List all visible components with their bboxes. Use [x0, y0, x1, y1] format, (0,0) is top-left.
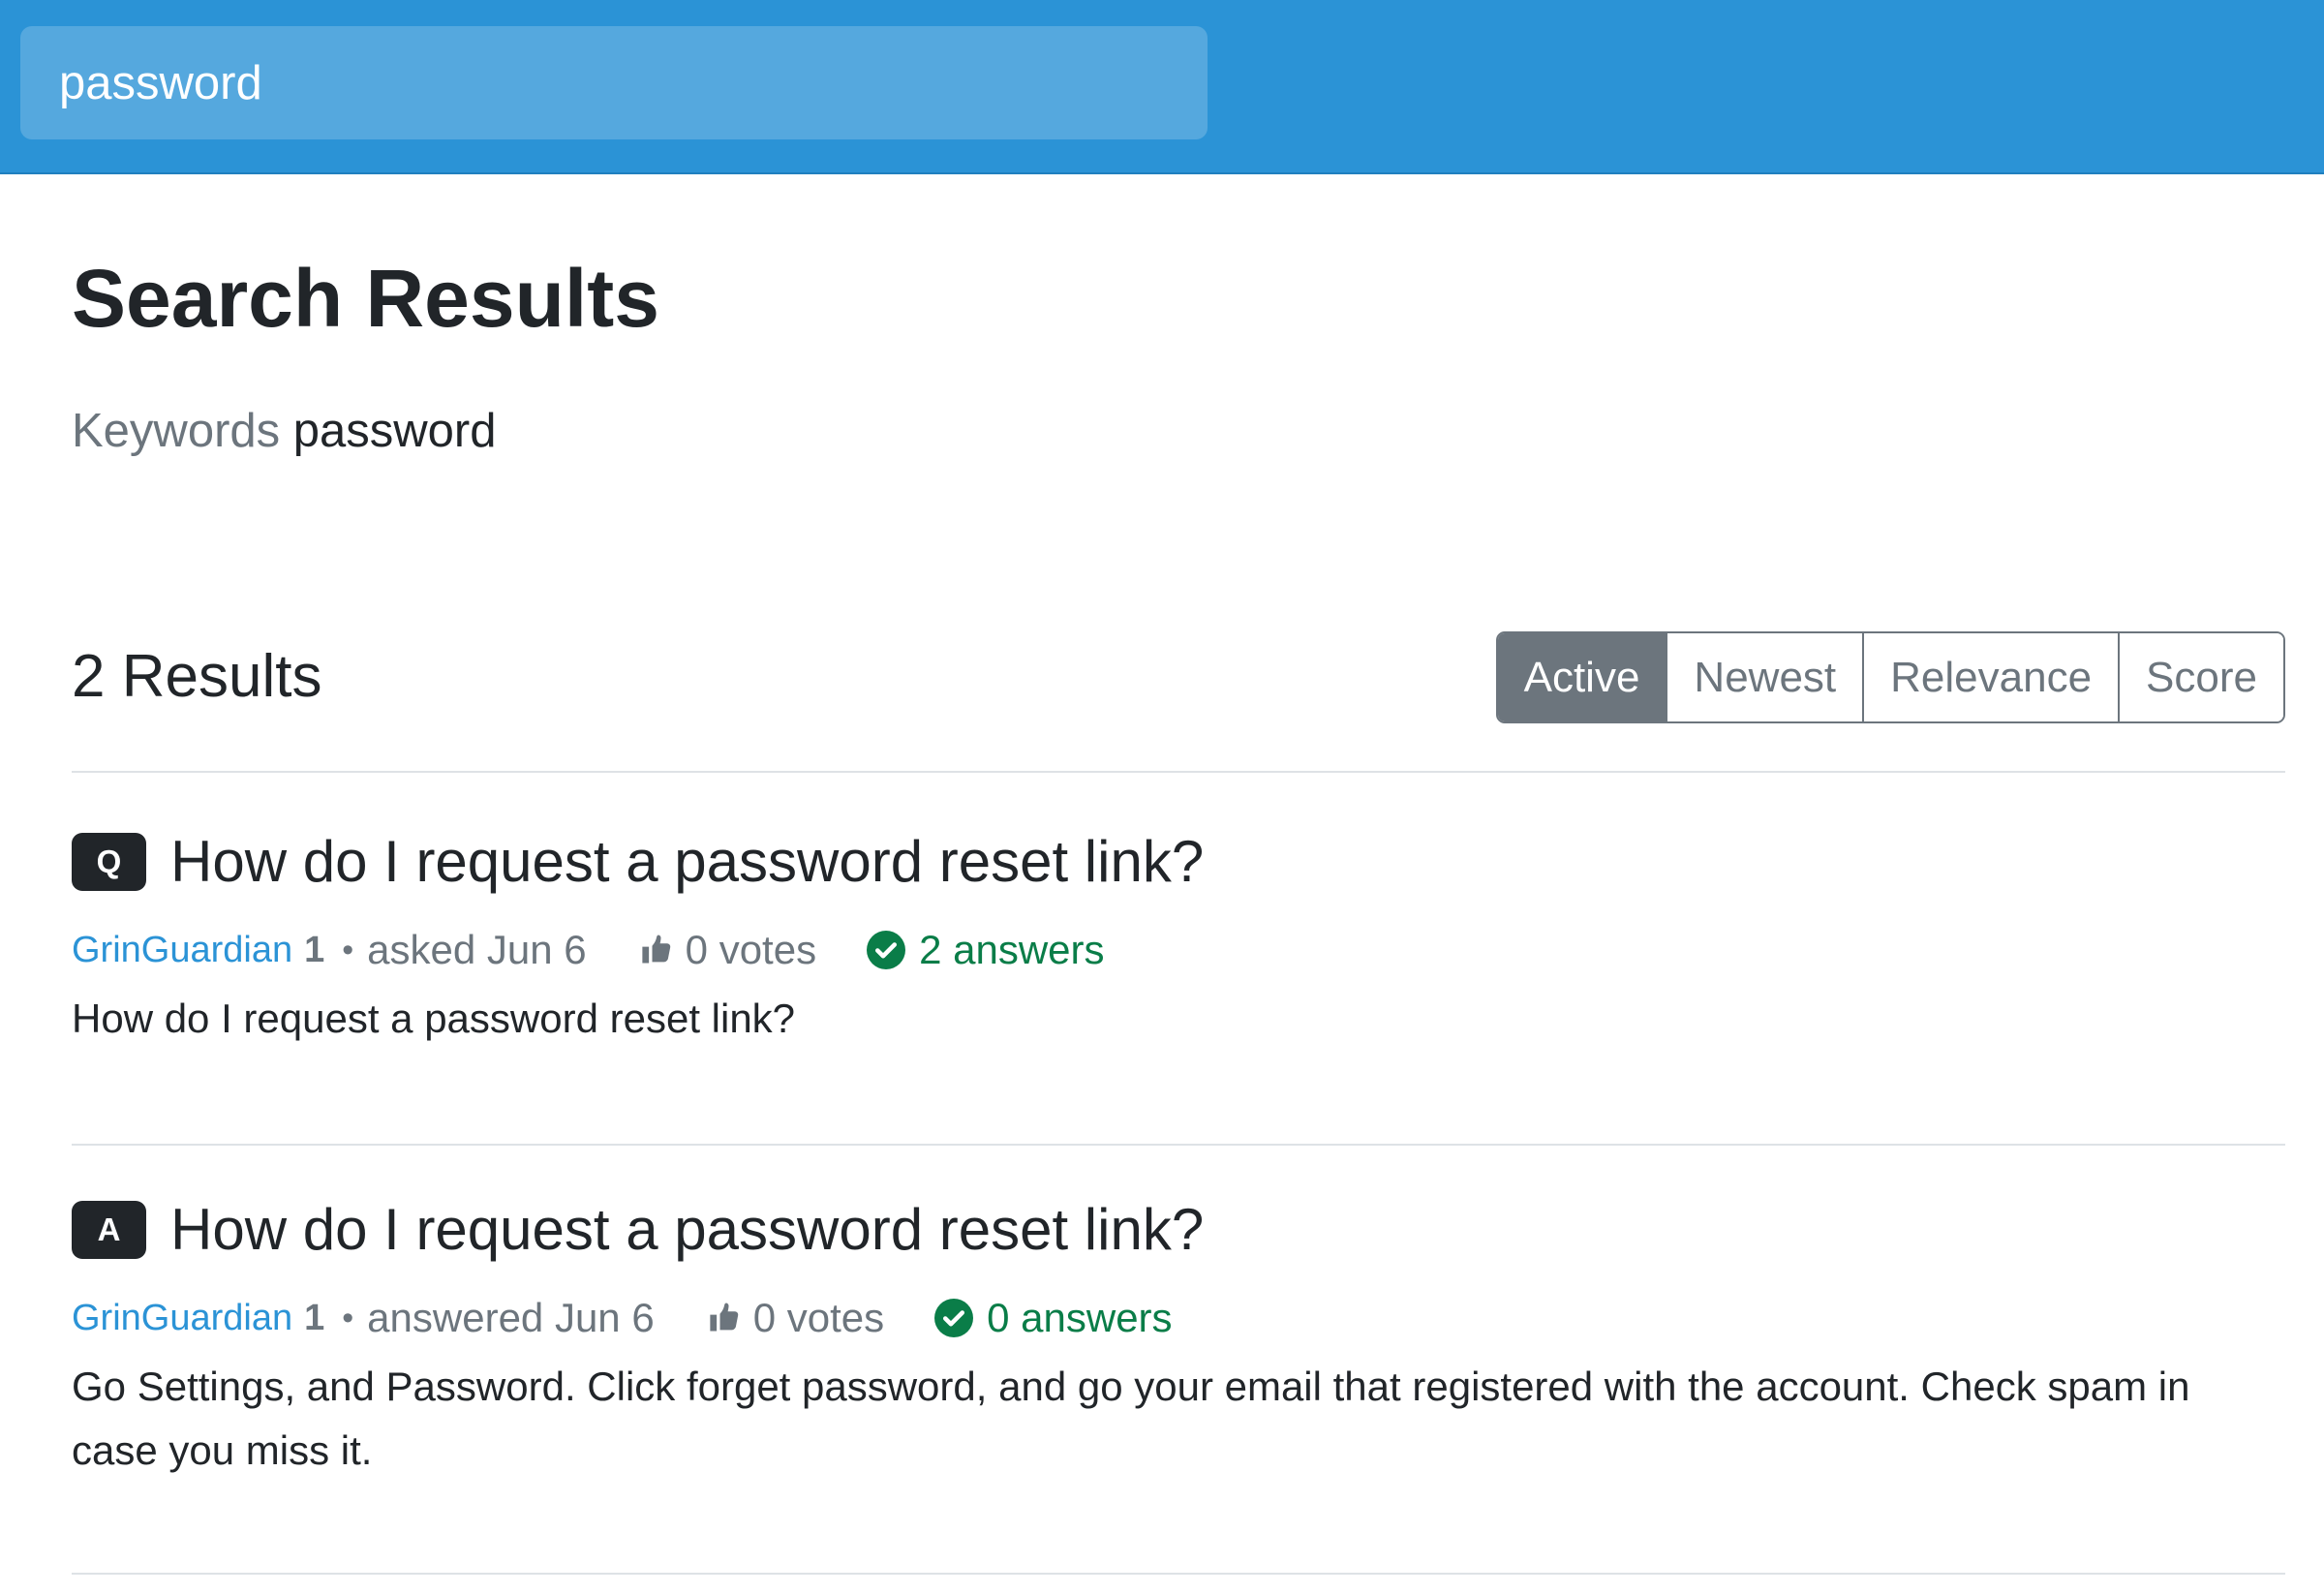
result-title-link[interactable]: How do I request a password reset link? [170, 828, 1204, 895]
result-excerpt: How do I request a password reset link? [72, 996, 796, 1041]
divider [72, 1144, 2285, 1146]
post-date: answered Jun 6 [367, 1295, 655, 1340]
sort-active-button[interactable]: Active [1497, 633, 1667, 721]
top-navbar [0, 0, 2324, 174]
sort-button-group: Active Newest Relevance Score [1495, 631, 2285, 723]
result-meta: GrinGuardian 1 • asked Jun 6 0 votes 2 a… [72, 927, 1105, 973]
keywords-value: password [292, 405, 497, 457]
author-reputation: 1 [304, 1297, 325, 1338]
post-date: asked Jun 6 [367, 927, 587, 972]
keywords-label: Keywords [72, 405, 281, 457]
check-circle-icon [867, 931, 906, 969]
sort-relevance-button[interactable]: Relevance [1862, 633, 2119, 721]
separator-dot: • [342, 1299, 354, 1336]
thumbs-up-icon [707, 1299, 742, 1337]
results-count: 2 Results [72, 643, 322, 710]
result-title-link[interactable]: How do I request a password reset link? [170, 1196, 1204, 1263]
vote-count: 0 votes [685, 927, 817, 972]
divider [72, 1573, 2285, 1575]
divider [72, 771, 2285, 773]
answer-badge: A [72, 1200, 146, 1259]
answers-indicator: 2 answers [867, 927, 1105, 973]
sort-newest-button[interactable]: Newest [1666, 633, 1863, 721]
result-excerpt: Go Settings, and Password. Click forget … [72, 1364, 2190, 1473]
keywords-line: Keywords password [72, 404, 496, 458]
page-title: Search Results [72, 253, 659, 344]
answers-indicator: 0 answers [934, 1295, 1173, 1341]
author-reputation: 1 [304, 929, 325, 970]
check-circle-icon [934, 1299, 974, 1337]
answer-count: 0 answers [987, 1295, 1173, 1340]
author-link[interactable]: GrinGuardian [72, 1298, 292, 1339]
result-title-row: Q How do I request a password reset link… [72, 828, 1204, 895]
vote-count: 0 votes [752, 1295, 885, 1340]
answer-count: 2 answers [919, 927, 1105, 972]
separator-dot: • [342, 931, 354, 968]
result-meta: GrinGuardian 1 • answered Jun 6 0 votes … [72, 1295, 1173, 1341]
question-badge: Q [72, 832, 146, 891]
sort-score-button[interactable]: Score [2118, 633, 2283, 721]
thumbs-up-icon [639, 931, 674, 969]
result-title-row: A How do I request a password reset link… [72, 1196, 1204, 1263]
author-link[interactable]: GrinGuardian [72, 930, 292, 971]
search-input[interactable] [20, 26, 1208, 139]
